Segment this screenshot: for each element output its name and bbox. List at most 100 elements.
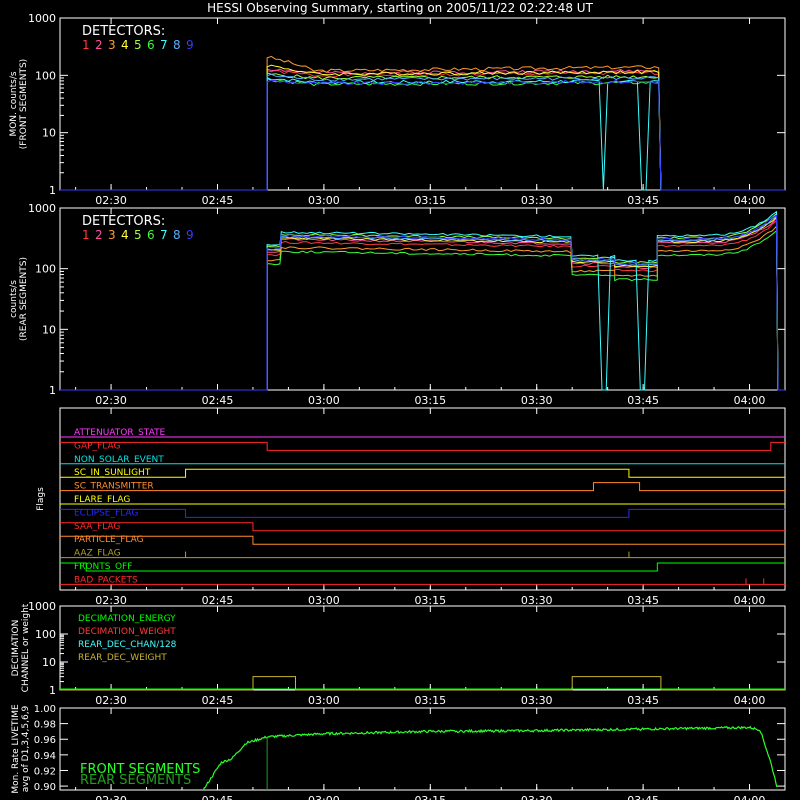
livetime-ytick-label: 0.96 bbox=[34, 735, 56, 746]
decimation-xtick-label: 03:45 bbox=[627, 694, 659, 707]
flag-trace-particle bbox=[60, 535, 785, 545]
rear-legend-label: 2 bbox=[95, 228, 103, 242]
livetime-ylabel: Mon. Rate LIVETIME avg of D1,3,4,5,6,9 bbox=[11, 704, 31, 794]
front-panel-frame bbox=[59, 17, 786, 191]
figure-title: HESSI Observing Summary, starting on 200… bbox=[207, 1, 593, 15]
livetime-xtick-label: 03:45 bbox=[627, 794, 659, 800]
front-legend-label: 7 bbox=[160, 38, 168, 52]
rear-legend-label: 8 bbox=[173, 228, 181, 242]
front-ytick-label: 100 bbox=[35, 69, 56, 82]
flag-trace-eclipse bbox=[60, 508, 785, 518]
flag-trace-fronts bbox=[60, 562, 785, 572]
front-series-det-6 bbox=[60, 77, 785, 191]
flags-xtick-label: 02:30 bbox=[95, 594, 127, 607]
decimation-rear-weight-trace bbox=[60, 676, 785, 691]
front-legend-label: 6 bbox=[147, 38, 155, 52]
hessi-summary-figure: HESSI Observing Summary, starting on 200… bbox=[9, 1, 786, 800]
front-series-det-9 bbox=[60, 79, 785, 191]
rear-series-det-1 bbox=[60, 219, 785, 391]
livetime-ylabel-line: avg of D1,3,4,5,6,9 bbox=[21, 705, 31, 792]
decimation-ylabel-line: CHANNEL or weight bbox=[21, 603, 31, 692]
rear-series-det-6 bbox=[60, 229, 785, 391]
front-xtick-label: 02:45 bbox=[202, 194, 234, 207]
front-xtick-label: 03:45 bbox=[627, 194, 659, 207]
decimation-ylabel-line: DECIMATION bbox=[11, 620, 21, 677]
rear-xtick-label: 02:45 bbox=[202, 394, 234, 407]
front-legend-label: 5 bbox=[134, 38, 142, 52]
rear-legend-label: 5 bbox=[134, 228, 142, 242]
livetime-ytick-label: 1.00 bbox=[34, 704, 56, 715]
decimation-legend-2: REAR_DEC_CHAN/128 bbox=[78, 640, 177, 650]
flags-xtick-label: 03:30 bbox=[521, 594, 553, 607]
rear-ylabel: counts/s (REAR SEGMENTS) bbox=[9, 257, 29, 341]
decimation-xtick-label: 03:00 bbox=[308, 694, 340, 707]
rear-legend-label: 4 bbox=[121, 228, 129, 242]
decimation-xtick-label: 02:45 bbox=[202, 694, 234, 707]
rear-legend-label: 6 bbox=[147, 228, 155, 242]
rear-ytick-label: 10 bbox=[42, 323, 56, 336]
flags-xtick-label: 03:00 bbox=[308, 594, 340, 607]
livetime-xtick-label: 04:00 bbox=[734, 794, 766, 800]
front-series-det-7 bbox=[60, 76, 785, 191]
front-ytick-label: 1000 bbox=[28, 12, 56, 25]
front-legend-label: 3 bbox=[108, 38, 116, 52]
livetime-front-trace bbox=[202, 725, 778, 791]
front-ytick-label: 1 bbox=[49, 184, 56, 197]
front-ylabel-line: (FRONT SEGMENTS) bbox=[19, 59, 29, 149]
livetime-xtick-label: 02:30 bbox=[95, 794, 127, 800]
decimation-xtick-label: 02:30 bbox=[95, 694, 127, 707]
front-ylabel-line: MON. counts/s bbox=[9, 71, 19, 136]
decimation-legend-3: REAR_DEC_WEIGHT bbox=[78, 653, 167, 663]
front-ylabel: MON. counts/s (FRONT SEGMENTS) bbox=[9, 59, 29, 149]
front-xtick-label: 03:15 bbox=[414, 194, 446, 207]
decimation-ytick-label: 10 bbox=[42, 656, 56, 669]
rear-legend-label: 3 bbox=[108, 228, 116, 242]
rear-legend-title: DETECTORS: bbox=[82, 214, 165, 229]
livetime-xtick-label: 02:45 bbox=[202, 794, 234, 800]
rear-xtick-label: 03:30 bbox=[521, 394, 553, 407]
flag-label-eclipse: ECLIPSE_FLAG bbox=[74, 508, 138, 518]
front-legend-label: 2 bbox=[95, 38, 103, 52]
front-ytick-label: 10 bbox=[42, 127, 56, 140]
front-series-det-5 bbox=[60, 72, 785, 191]
rear-xtick-label: 03:45 bbox=[627, 394, 659, 407]
decimation-xtick-label: 03:30 bbox=[521, 694, 553, 707]
front-xtick-label: 03:30 bbox=[521, 194, 553, 207]
decimation-ytick-label: 1 bbox=[49, 684, 56, 697]
decimation-xtick-label: 03:15 bbox=[414, 694, 446, 707]
front-legend-title: DETECTORS: bbox=[82, 24, 165, 39]
decimation-ytick-label: 100 bbox=[35, 628, 56, 641]
rear-ytick-label: 1000 bbox=[28, 202, 56, 215]
rear-panel-frame bbox=[59, 207, 786, 391]
decimation-legend-1: DECIMATION_WEIGHT bbox=[78, 627, 176, 637]
front-legend-label: 4 bbox=[121, 38, 129, 52]
flag-trace-saa bbox=[60, 522, 785, 532]
flags-xtick-label: 03:45 bbox=[627, 594, 659, 607]
rear-series-det-3 bbox=[60, 225, 785, 391]
livetime-xtick-label: 03:15 bbox=[414, 794, 446, 800]
rear-ytick-label: 1 bbox=[49, 384, 56, 397]
decimation-xtick-label: 04:00 bbox=[734, 694, 766, 707]
front-series-det-2 bbox=[60, 68, 785, 191]
front-legend-label: 8 bbox=[173, 38, 181, 52]
livetime-ylabel-line: Mon. Rate LIVETIME bbox=[11, 704, 21, 794]
rear-xtick-label: 04:00 bbox=[734, 394, 766, 407]
livetime-ytick-label: 0.92 bbox=[34, 766, 56, 777]
decimation-ylabel: DECIMATION CHANNEL or weight bbox=[11, 603, 31, 692]
front-series-det-8 bbox=[60, 73, 785, 191]
livetime-legend-rear: REAR SEGMENTS bbox=[80, 773, 191, 788]
livetime-xtick-label: 03:00 bbox=[308, 794, 340, 800]
front-xtick-label: 02:30 bbox=[95, 194, 127, 207]
livetime-ytick-label: 0.94 bbox=[34, 751, 56, 762]
rear-legend-label: 7 bbox=[160, 228, 168, 242]
front-series-det-1 bbox=[60, 69, 785, 191]
rear-ylabel-line: (REAR SEGMENTS) bbox=[19, 257, 29, 341]
flags-xtick-label: 02:45 bbox=[202, 594, 234, 607]
flag-trace-sunlight bbox=[60, 468, 785, 478]
livetime-xtick-label: 03:30 bbox=[521, 794, 553, 800]
flags-ylabel: Flags bbox=[36, 487, 46, 511]
flag-trace-transmitter bbox=[60, 482, 785, 492]
rear-ylabel-line: counts/s bbox=[9, 280, 19, 318]
front-legend-label: 9 bbox=[186, 38, 194, 52]
flags-xtick-label: 03:15 bbox=[414, 594, 446, 607]
